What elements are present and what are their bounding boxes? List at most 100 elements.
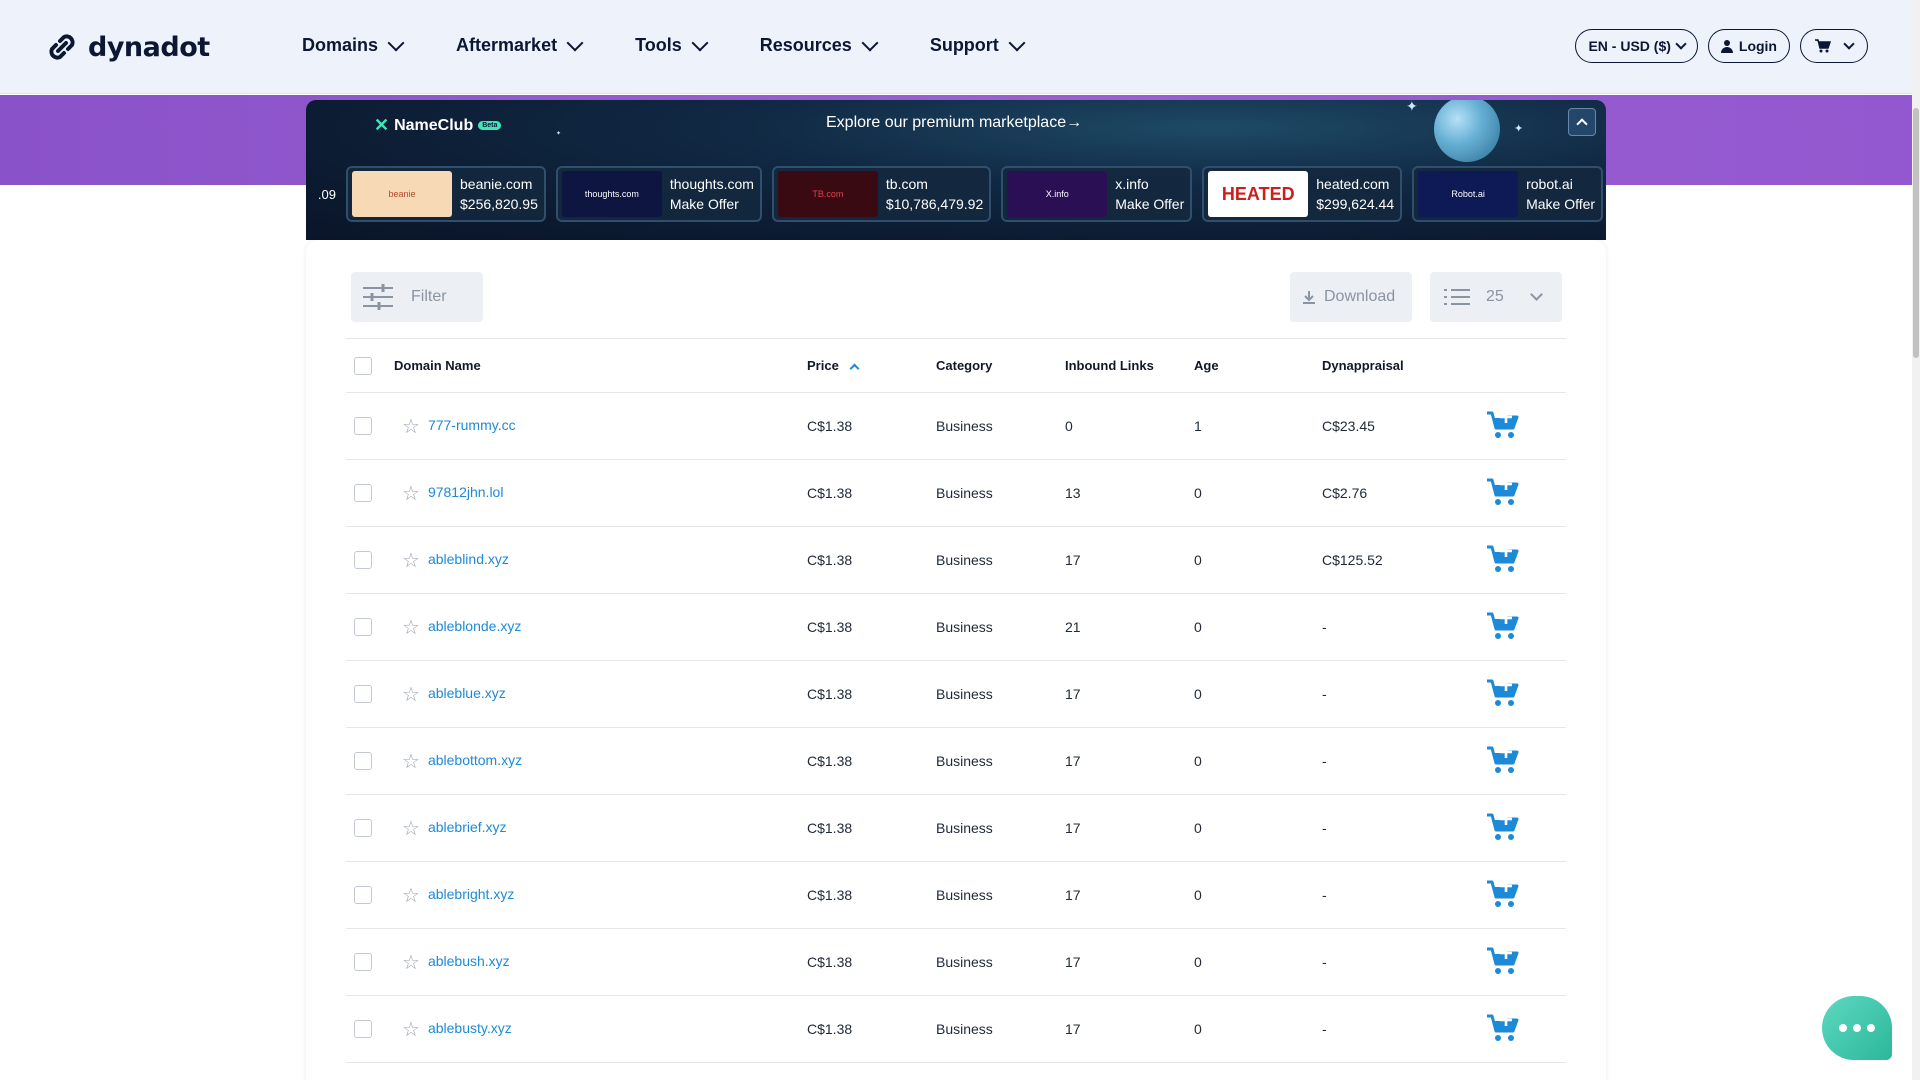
language-currency-selector[interactable]: EN - USD ($) xyxy=(1575,29,1698,63)
domain-link[interactable]: ableblonde.xyz xyxy=(428,618,521,634)
inbound-links-cell: 21 xyxy=(1065,593,1194,661)
row-checkbox[interactable] xyxy=(354,685,372,704)
category-cell: Business xyxy=(936,928,1065,996)
row-checkbox[interactable] xyxy=(354,752,372,771)
table-row: ☆ ablebush.xyz C$1.38 Business 17 0- xyxy=(346,928,1566,996)
chat-support-button[interactable] xyxy=(1822,996,1892,1060)
add-to-cart-icon[interactable] xyxy=(1486,677,1520,711)
planet-decoration xyxy=(1434,100,1500,162)
premium-domain-card[interactable]: Robot.ai robot.ai Make Offer xyxy=(1412,166,1604,222)
row-checkbox[interactable] xyxy=(354,618,372,637)
add-to-cart-icon[interactable] xyxy=(1486,543,1520,577)
card-price: Make Offer xyxy=(669,196,739,212)
age-cell: 0 xyxy=(1194,861,1322,929)
dynadot-logo[interactable]: dynadot xyxy=(44,29,210,65)
partial-card[interactable]: .09 xyxy=(306,166,336,222)
domain-link[interactable]: ablebush.xyz xyxy=(428,953,510,969)
domain-link[interactable]: ableblue.xyz xyxy=(428,685,506,701)
thumbnail-label: TB.com xyxy=(812,189,844,199)
premium-domain-card[interactable]: thoughts.com thoughts.com Make Offer xyxy=(555,166,762,222)
column-domain-name[interactable]: Domain Name xyxy=(394,338,807,393)
nav-support[interactable]: Support xyxy=(930,34,1026,56)
premium-domain-card[interactable]: X.info x.info Make Offer xyxy=(1001,166,1193,222)
nav-domains[interactable]: Domains xyxy=(302,34,405,56)
select-all-checkbox[interactable] xyxy=(354,356,372,375)
premium-domain-card[interactable]: beanie beanie.com $256,820.95 xyxy=(346,166,546,222)
nav-label: Aftermarket xyxy=(456,35,558,55)
dynappraisal-cell: C$125.52 xyxy=(1322,526,1486,594)
add-to-cart-icon[interactable] xyxy=(1486,476,1520,510)
column-price[interactable]: Price xyxy=(807,338,936,393)
star-favorite-icon[interactable]: ☆ xyxy=(402,550,420,572)
row-checkbox[interactable] xyxy=(354,417,372,436)
premium-domain-card[interactable]: HEATED heated.com $299,624.44 xyxy=(1202,166,1403,222)
inbound-links-cell: 17 xyxy=(1065,727,1194,795)
nameclub-logo[interactable]: ✕ NameClub Beta xyxy=(374,115,502,136)
price-cell: C$1.38 xyxy=(807,459,936,527)
price-cell: C$1.38 xyxy=(807,995,936,1063)
cart-menu-button[interactable] xyxy=(1800,29,1868,63)
star-favorite-icon[interactable]: ☆ xyxy=(402,684,420,706)
nav-tools[interactable]: Tools xyxy=(635,34,709,56)
add-to-cart-icon[interactable] xyxy=(1486,878,1520,912)
card-text: tb.com $10,786,479.92 xyxy=(886,174,983,214)
star-favorite-icon[interactable]: ☆ xyxy=(402,885,420,907)
row-checkbox[interactable] xyxy=(354,886,372,905)
nav-aftermarket[interactable]: Aftermarket xyxy=(456,34,584,56)
scrollbar-thumb[interactable] xyxy=(1913,108,1919,358)
domain-link[interactable]: ableblind.xyz xyxy=(428,551,509,567)
star-favorite-icon[interactable]: ☆ xyxy=(402,1019,420,1041)
inbound-links-cell: 13 xyxy=(1065,459,1194,527)
age-cell: 0 xyxy=(1194,459,1322,527)
dynappraisal-cell: - xyxy=(1322,995,1486,1063)
domain-link[interactable]: ablebrief.xyz xyxy=(428,819,507,835)
add-to-cart-icon[interactable] xyxy=(1486,610,1520,644)
per-page-select[interactable]: 25 xyxy=(1430,272,1562,322)
add-to-cart-icon[interactable] xyxy=(1486,409,1520,443)
row-checkbox[interactable] xyxy=(354,551,372,570)
premium-domain-card[interactable]: TB.com tb.com $10,786,479.92 xyxy=(771,166,992,222)
login-button[interactable]: Login xyxy=(1707,29,1790,63)
star-favorite-icon[interactable]: ☆ xyxy=(402,617,420,639)
table-row: ☆ ablebottom.xyz C$1.38 Business 17 0- xyxy=(346,727,1566,795)
star-favorite-icon[interactable]: ☆ xyxy=(402,751,420,773)
star-favorite-icon[interactable]: ☆ xyxy=(402,483,420,505)
price-cell: C$1.38 xyxy=(807,794,936,862)
nav-resources[interactable]: Resources xyxy=(760,34,879,56)
add-to-cart-icon[interactable] xyxy=(1486,744,1520,778)
add-to-cart-icon[interactable] xyxy=(1486,811,1520,845)
row-checkbox[interactable] xyxy=(354,819,372,838)
domain-link[interactable]: ablebusty.xyz xyxy=(428,1020,512,1036)
chevron-down-icon xyxy=(1675,38,1687,50)
column-dynappraisal[interactable]: Dynappraisal xyxy=(1322,338,1486,393)
add-to-cart-icon[interactable] xyxy=(1486,1012,1520,1046)
domain-link[interactable]: ablebottom.xyz xyxy=(428,752,522,768)
price-cell: C$1.38 xyxy=(807,727,936,795)
card-domain: beanie.com xyxy=(460,176,533,192)
download-button[interactable]: Download xyxy=(1290,272,1412,322)
price-cell: C$1.38 xyxy=(807,861,936,929)
price-cell: C$1.38 xyxy=(807,526,936,594)
domain-link[interactable]: 777-rummy.cc xyxy=(428,417,516,433)
add-to-cart-icon[interactable] xyxy=(1486,945,1520,979)
star-favorite-icon[interactable]: ☆ xyxy=(402,416,420,438)
row-checkbox[interactable] xyxy=(354,953,372,972)
column-age[interactable]: Age xyxy=(1194,338,1322,393)
explore-marketplace-link[interactable]: Explore our premium marketplace→ xyxy=(826,114,1082,132)
age-cell: 0 xyxy=(1194,660,1322,728)
star-favorite-icon[interactable]: ☆ xyxy=(402,818,420,840)
row-checkbox[interactable] xyxy=(354,1020,372,1039)
star-favorite-icon[interactable]: ☆ xyxy=(402,952,420,974)
link-logo-icon xyxy=(49,34,75,60)
dynappraisal-cell: - xyxy=(1322,861,1486,929)
column-category[interactable]: Category xyxy=(936,338,1065,393)
download-icon xyxy=(1303,291,1315,304)
row-checkbox[interactable] xyxy=(354,484,372,503)
logo-text: dynadot xyxy=(88,31,210,63)
filter-button[interactable]: Filter xyxy=(351,272,483,322)
beta-badge: Beta xyxy=(478,121,502,130)
domain-link[interactable]: 97812jhn.lol xyxy=(428,484,504,500)
collapse-banner-button[interactable] xyxy=(1568,108,1596,136)
column-inbound-links[interactable]: Inbound Links xyxy=(1065,338,1194,393)
domain-link[interactable]: ablebright.xyz xyxy=(428,886,514,902)
